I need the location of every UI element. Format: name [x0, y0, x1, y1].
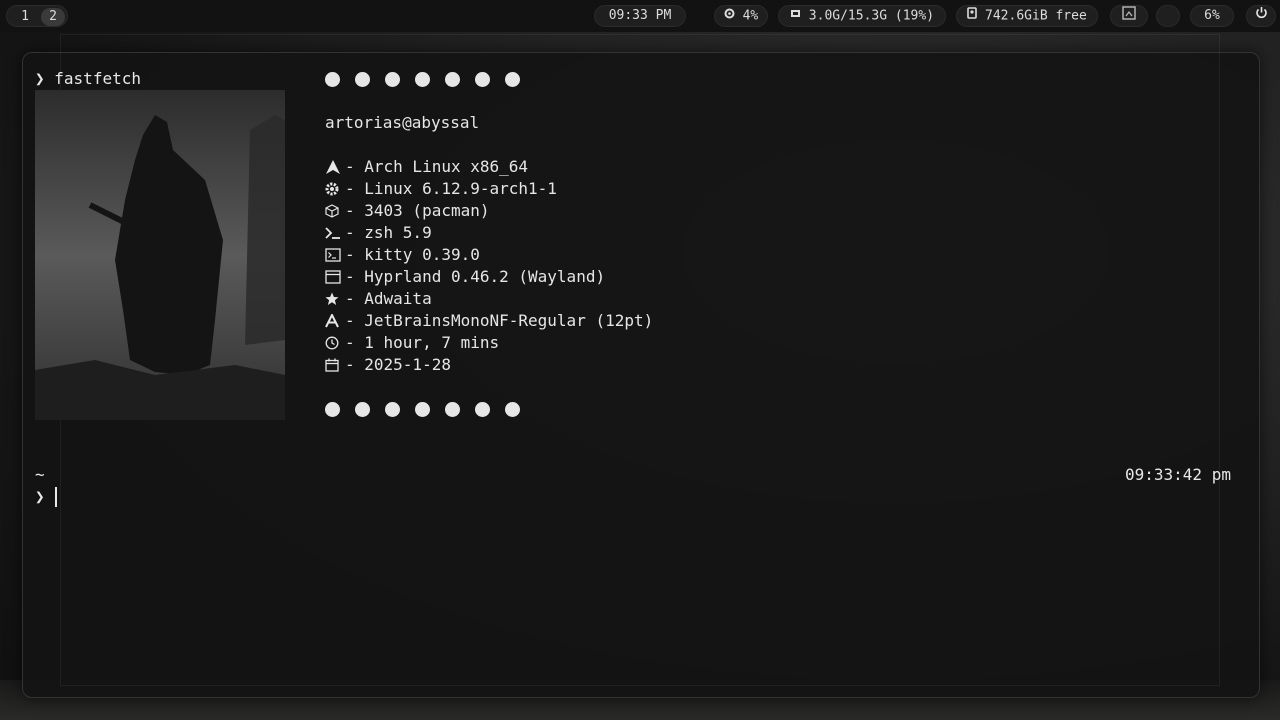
palette-dot — [445, 402, 460, 417]
command-line: ❯ fastfetch — [35, 68, 141, 90]
info-text: - Hyprland 0.46.2 (Wayland) — [345, 267, 606, 286]
info-text: - 3403 (pacman) — [345, 201, 490, 220]
info-text: - JetBrainsMonoNF-Regular (12pt) — [345, 311, 654, 330]
info-row-wm: - Hyprland 0.46.2 (Wayland) — [325, 266, 605, 288]
package-icon — [325, 204, 339, 218]
workspace-switcher: 1 2 — [6, 5, 68, 27]
disk-widget[interactable]: 742.6GiB free — [956, 5, 1098, 27]
top-bar: 1 2 09:33 PM 4% 3.0G/15.3G (19%) 742.6Gi… — [0, 0, 1280, 32]
palette-dot — [385, 402, 400, 417]
palette-dot — [475, 402, 490, 417]
info-row-date: - 2025-1-28 — [325, 354, 451, 376]
info-text: - 1 hour, 7 mins — [345, 333, 500, 352]
idle-inhibitor-button[interactable] — [1156, 5, 1180, 27]
input-prompt-symbol: ❯ — [35, 487, 45, 506]
palette-dot — [415, 72, 430, 87]
info-text: - zsh 5.9 — [345, 223, 432, 242]
clock-widget[interactable]: 09:33 PM — [594, 5, 686, 27]
workspace-2-button[interactable]: 2 — [41, 8, 65, 26]
prompt-symbol: ❯ — [35, 69, 45, 88]
info-row-terminal: - kitty 0.39.0 — [325, 244, 480, 266]
font-icon — [325, 314, 339, 328]
info-row-packages: - 3403 (pacman) — [325, 200, 490, 222]
fastfetch-logo-image — [35, 90, 285, 420]
shell-icon — [325, 227, 340, 239]
palette-dot — [505, 402, 520, 417]
power-icon — [1255, 6, 1268, 26]
terminal-icon — [325, 248, 341, 262]
info-row-font: - JetBrainsMonoNF-Regular (12pt) — [325, 310, 653, 332]
palette-dot — [445, 72, 460, 87]
palette-dot — [355, 72, 370, 87]
palette-dot — [415, 402, 430, 417]
user-host: artorias@abyssal — [325, 113, 480, 132]
command-text: fastfetch — [54, 69, 141, 88]
volume-widget[interactable]: 6% — [1190, 5, 1234, 27]
palette-dot — [355, 402, 370, 417]
info-text: - Adwaita — [345, 289, 432, 308]
power-button[interactable] — [1246, 5, 1276, 27]
clock-text: 09:33 PM — [608, 8, 672, 23]
palette-dot — [385, 72, 400, 87]
arch-logo-icon — [326, 160, 340, 174]
cpu-usage-text: 4% — [742, 8, 759, 24]
palette-dot — [475, 72, 490, 87]
info-text: - kitty 0.39.0 — [345, 245, 480, 264]
gear-icon — [325, 182, 339, 196]
calendar-icon — [325, 358, 339, 372]
info-text: - Arch Linux x86_64 — [345, 157, 529, 176]
info-row-os: - Arch Linux x86_64 — [325, 156, 528, 178]
disk-free-text: 742.6GiB free — [985, 8, 1087, 24]
palette-dot — [505, 72, 520, 87]
info-row-shell: - zsh 5.9 — [325, 222, 432, 244]
disk-icon — [967, 6, 978, 26]
clock-icon — [325, 336, 339, 350]
info-row-kernel: - Linux 6.12.9-arch1-1 — [325, 178, 557, 200]
tray-widget[interactable] — [1110, 5, 1148, 27]
memory-usage-text: 3.0G/15.3G (19%) — [808, 8, 935, 24]
cpu-icon — [724, 6, 735, 26]
info-text: - 2025-1-28 — [345, 355, 451, 374]
cwd-text: ~ — [35, 465, 45, 484]
info-text: - Linux 6.12.9-arch1-1 — [345, 179, 557, 198]
workspace-1-button[interactable]: 1 — [13, 8, 37, 26]
right-prompt-time: 09:33:42 pm — [1125, 465, 1231, 484]
palette-dot — [325, 402, 340, 417]
cpu-widget[interactable]: 4% — [714, 5, 768, 27]
memory-icon — [790, 6, 801, 26]
volume-text: 6% — [1204, 8, 1220, 23]
palette-dot — [325, 72, 340, 87]
text-cursor[interactable] — [55, 487, 57, 507]
window-icon — [325, 270, 341, 284]
info-row-theme: - Adwaita — [325, 288, 432, 310]
tray-app-icon — [1122, 6, 1136, 27]
info-row-uptime: - 1 hour, 7 mins — [325, 332, 499, 354]
star-icon — [325, 292, 339, 305]
memory-widget[interactable]: 3.0G/15.3G (19%) — [778, 5, 946, 27]
